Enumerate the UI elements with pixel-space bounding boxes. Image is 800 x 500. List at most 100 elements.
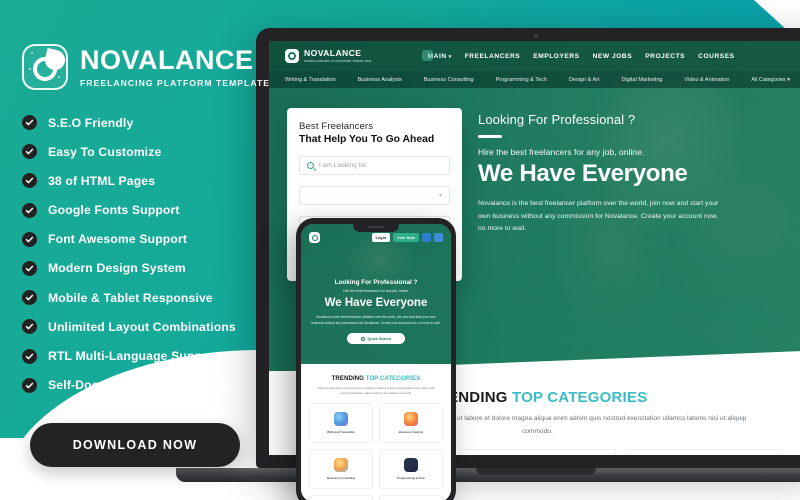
list-item: Easy To Customize	[22, 144, 292, 160]
category-video-animation[interactable]: Video & Animation	[685, 77, 730, 83]
mobile-topbar-actions: Login Join Now	[371, 233, 443, 242]
mobile-hero-kicker: Looking For Professional ?	[334, 279, 418, 286]
feature-label: Easy To Customize	[48, 144, 162, 159]
download-now-button[interactable]: DOWNLOAD NOW	[30, 422, 240, 467]
search-input[interactable]: I am Looking for	[299, 156, 450, 175]
nav-item-courses[interactable]: COURSES	[698, 53, 734, 60]
chart-rocket-icon	[404, 412, 418, 427]
category-digital-marketing[interactable]: Digital Marketing	[622, 77, 663, 83]
chat-bubbles-icon	[334, 412, 348, 427]
list-item[interactable]: Programming & Tech	[379, 449, 443, 490]
hero-headline: We Have Everyone	[478, 160, 688, 187]
list-item[interactable]: Business Analysis	[379, 403, 443, 444]
nav-item-projects[interactable]: PROJECTS	[645, 53, 685, 60]
check-icon	[22, 319, 37, 335]
hero-rule	[478, 135, 502, 138]
mobile-hero-section: Login Join Now Looking For Professional …	[301, 224, 451, 364]
check-icon	[22, 173, 37, 189]
check-icon	[22, 290, 37, 306]
category-business-consulting[interactable]: Business Consulting	[424, 77, 474, 83]
brand-name: NOVALANCE	[80, 44, 254, 75]
phone-screen: Login Join Now Looking For Professional …	[301, 224, 451, 500]
search-icon	[307, 162, 314, 169]
list-item[interactable]: Business Consulting	[309, 449, 373, 490]
list-item[interactable]: Design & Art	[309, 495, 373, 500]
nav-item-new-jobs[interactable]: NEW JOBS	[593, 53, 633, 60]
site-logo-name: NOVALANCE	[304, 47, 362, 58]
trending-card[interactable]	[625, 449, 782, 455]
nav-item-main[interactable]: MAIN ▾	[421, 49, 452, 61]
list-item: Self-Documented Source Code	[22, 377, 292, 393]
feature-label: Mobile & Tablet Responsive	[48, 290, 213, 305]
nav-item-freelancers[interactable]: FREELANCERS	[465, 53, 521, 60]
list-item: Font Awesome Support	[22, 231, 292, 247]
mobile-trending-grid: Writing & Translation Business Analysis …	[309, 403, 443, 500]
category-design-art[interactable]: Design & Art	[569, 77, 600, 83]
feature-list: S.E.O Friendly Easy To Customize 38 of H…	[22, 115, 292, 393]
feature-label: Self-Documented Source Code	[48, 378, 231, 393]
search-card-title-2: That Help You To Go Ahead	[299, 134, 435, 145]
login-button[interactable]: Login	[371, 233, 391, 242]
feature-label: Font Awesome Support	[48, 232, 188, 247]
code-window-icon	[404, 458, 418, 473]
check-icon	[22, 260, 37, 276]
feature-label: Modern Design System	[48, 261, 186, 276]
join-now-button[interactable]: Join Now	[393, 233, 419, 242]
phone-body: Login Join Now Looking For Professional …	[296, 218, 456, 500]
trending-card[interactable]	[459, 449, 616, 455]
list-item: Google Fonts Support	[22, 202, 292, 218]
list-item: 38 of HTML Pages	[22, 173, 292, 189]
chevron-down-icon: ▾	[787, 76, 790, 83]
list-item: S.E.O Friendly	[22, 115, 292, 130]
check-icon	[22, 115, 37, 130]
webcam-icon	[534, 34, 538, 38]
site-nav-menu: MAIN ▾ FREELANCERS EMPLOYERS NEW JOBS PRO…	[421, 49, 735, 61]
search-card-title-1: Best Freelancers	[299, 121, 374, 132]
category-writing-translation[interactable]: Writing & Translation	[285, 77, 336, 83]
brand-lockup: NOVALANCE FREELANCING PLATFORM TEMPLATE	[22, 44, 292, 90]
list-item: Modern Design System	[22, 260, 292, 276]
chevron-down-icon: ▾	[448, 53, 452, 60]
feature-label: Google Fonts Support	[48, 203, 180, 218]
category-all-categories[interactable]: All Categories ▾	[751, 77, 790, 83]
nav-item-employers[interactable]: EMPLOYERS	[533, 53, 579, 60]
check-icon	[22, 377, 37, 393]
card-label: Business Consulting	[327, 476, 355, 481]
site-logo[interactable]: NOVALANCE FREELANCING PLATFORM TEMPLATE	[285, 49, 372, 63]
feature-label: S.E.O Friendly	[48, 115, 134, 130]
category-programming-tech[interactable]: Programming & Tech	[496, 77, 547, 83]
phone-notch	[353, 223, 399, 232]
mobile-trending-title-accent: TOP CATEGORIES	[365, 375, 421, 382]
promo-banner: NOVALANCE FREELANCING PLATFORM TEMPLATE …	[0, 0, 800, 500]
card-label: Programming & Tech	[396, 476, 426, 481]
novalance-moon-icon	[22, 44, 68, 90]
list-item: Mobile & Tablet Responsive	[22, 290, 292, 306]
mobile-trending-section: TRENDING TOP CATEGORIES adipiscing elit …	[301, 364, 451, 500]
hero-copy: Looking For Professional ? Hire the best…	[478, 108, 790, 281]
category-select[interactable]: ▾	[299, 186, 450, 205]
list-item[interactable]: Writing & Translation	[309, 403, 373, 444]
list-item[interactable]: Digital Marketing	[379, 495, 443, 500]
trending-title-accent: TOP CATEGORIES	[511, 389, 648, 406]
search-input-placeholder: I am Looking for	[319, 162, 367, 169]
check-icon	[22, 144, 37, 160]
category-label: All Categories	[751, 76, 786, 83]
mobile-hero-paragraph: Novalance is the best freelancer platfor…	[311, 315, 441, 326]
check-icon	[22, 348, 37, 364]
check-icon	[22, 231, 37, 247]
hero-subtitle: Hire the best freelancers for any job, o…	[478, 147, 645, 157]
feature-label: Unlimited Layout Combinations	[48, 319, 236, 334]
mobile-trending-title-dark: TRENDING	[331, 375, 364, 382]
mobile-hero-subtitle: Hire the best freelancers for any job, o…	[343, 289, 409, 293]
search-icon	[360, 336, 365, 341]
mobile-trending-subtitle: adipiscing elit sed do eiusmod tempor in…	[317, 387, 435, 396]
category-bar: Writing & Translation Business Analysis …	[269, 71, 800, 88]
handshake-icon	[334, 458, 348, 473]
grid-icon[interactable]	[422, 233, 431, 242]
site-navbar: NOVALANCE FREELANCING PLATFORM TEMPLATE …	[269, 41, 800, 71]
quick-search-button[interactable]: Quick Search	[347, 333, 405, 345]
list-item: Unlimited Layout Combinations	[22, 319, 292, 335]
category-business-analysis[interactable]: Business Analysis	[358, 77, 402, 83]
chevron-down-icon: ▾	[438, 193, 442, 199]
menu-icon[interactable]	[434, 233, 443, 242]
